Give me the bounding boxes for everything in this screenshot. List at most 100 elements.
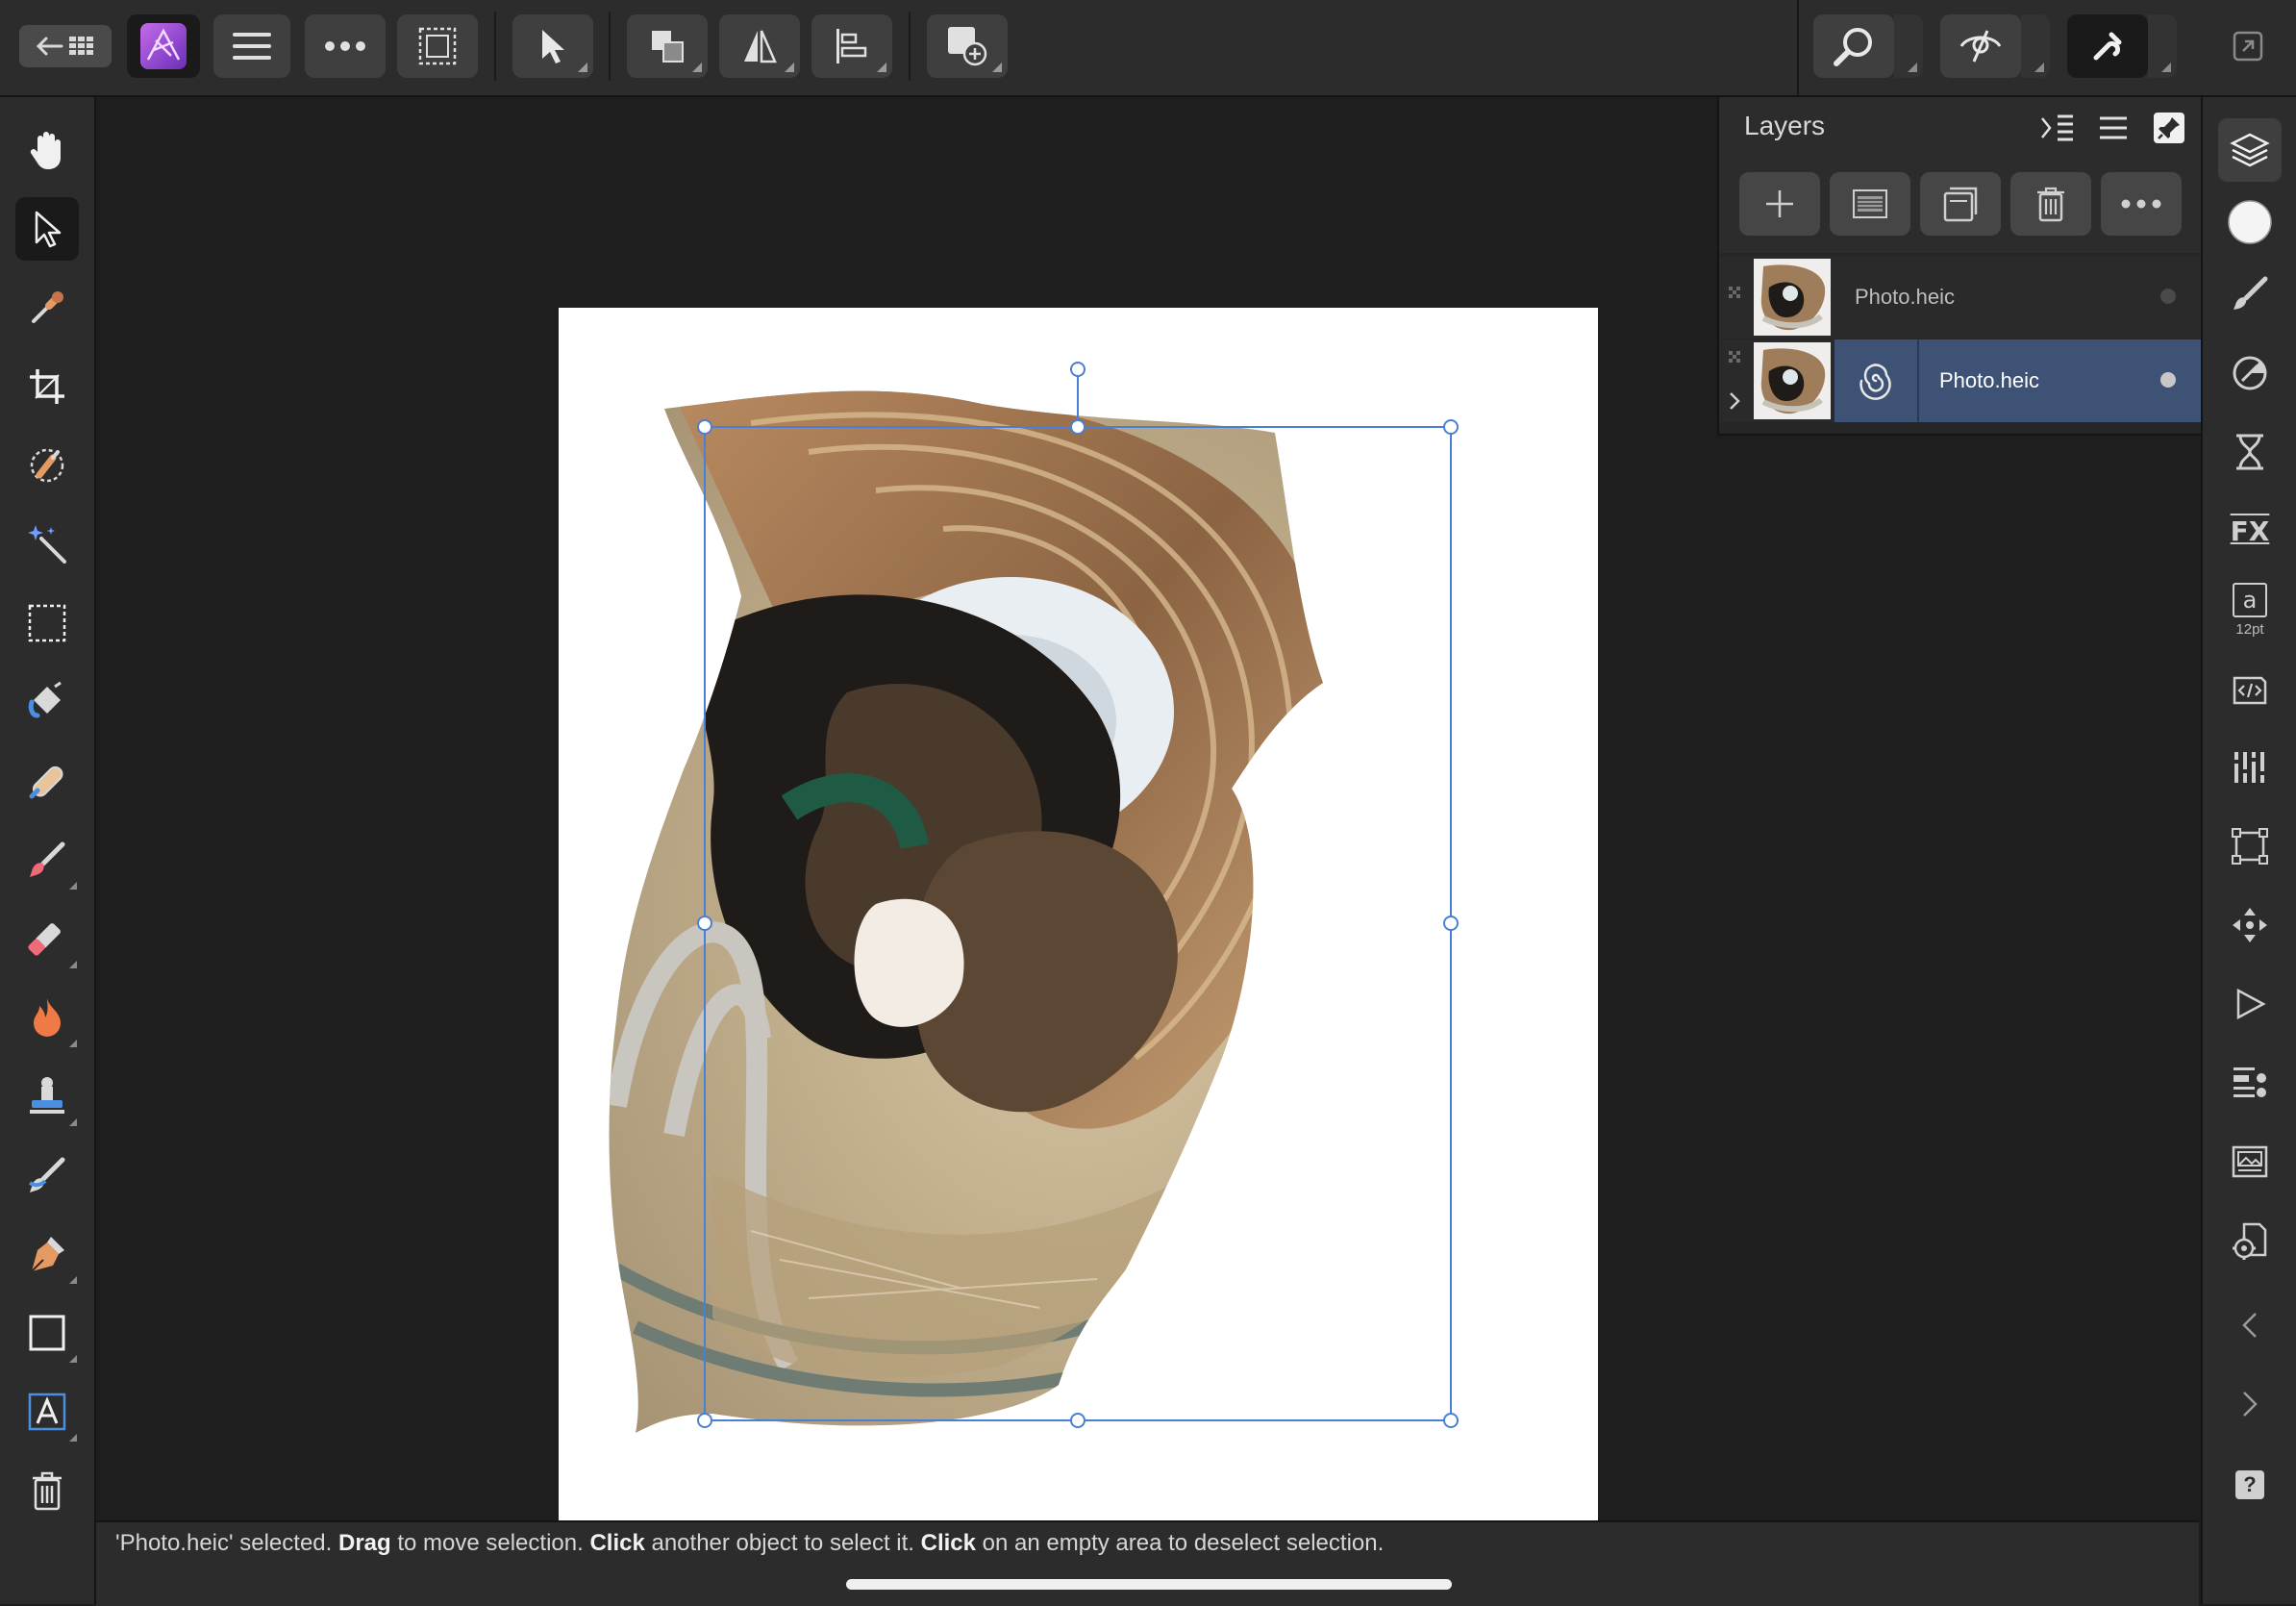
stock-studio-button[interactable] — [2218, 1051, 2282, 1115]
text-tool[interactable] — [15, 1380, 79, 1443]
status-text-bold: Click — [920, 1530, 977, 1556]
pin-panel-button[interactable] — [2150, 109, 2188, 147]
submenu-indicator — [992, 63, 1002, 72]
layers-options-button[interactable] — [2038, 109, 2077, 147]
menu-button[interactable] — [213, 14, 290, 78]
layer-name: Photo.heic — [1855, 285, 1955, 309]
stock-icon — [2234, 1067, 2266, 1097]
add-layer-button[interactable] — [1739, 172, 1820, 236]
layers-header: Layers — [1719, 97, 2201, 157]
submenu-indicator — [69, 1434, 77, 1442]
erase-brush-tool[interactable] — [15, 907, 79, 970]
flood-fill-tool[interactable] — [15, 670, 79, 734]
text-style-icon: a — [2233, 582, 2267, 617]
photo-persona-button[interactable] — [127, 14, 200, 78]
rectangle-tool[interactable] — [15, 1301, 79, 1365]
flip-button[interactable] — [719, 14, 800, 78]
settings-studio-button[interactable] — [2218, 1209, 2282, 1272]
snapping-button[interactable] — [2067, 14, 2148, 78]
crop-tool[interactable] — [15, 355, 79, 418]
magic-wand-tool[interactable] — [15, 513, 79, 576]
prev-icon — [2242, 1313, 2257, 1338]
transform-icon — [2232, 828, 2268, 865]
text-style-studio-button[interactable]: a 12pt — [2218, 578, 2282, 641]
snapping-options-button[interactable] — [2148, 14, 2177, 78]
layers-title: Layers — [1744, 111, 1826, 140]
home-indicator[interactable] — [846, 1579, 1452, 1590]
fx-studio-button[interactable]: FX — [2218, 499, 2282, 563]
more-button[interactable] — [305, 14, 386, 78]
view-quality-button[interactable] — [1940, 14, 2021, 78]
visibility-toggle[interactable] — [2160, 289, 2176, 304]
arrange-icon — [652, 31, 684, 63]
layers-studio-button[interactable] — [2218, 118, 2282, 182]
toolbar-separator — [609, 12, 611, 81]
toolbar-separator — [909, 12, 911, 81]
filter-child-badge[interactable] — [1834, 339, 1919, 422]
layers-menu-button[interactable] — [2094, 109, 2133, 147]
export-studio-button[interactable] — [2218, 1130, 2282, 1193]
submenu-indicator — [69, 961, 77, 968]
studio-bar: FX a 12pt ? — [2201, 97, 2296, 1604]
pen-tool[interactable] — [15, 1222, 79, 1286]
zoom-button[interactable] — [1813, 14, 1894, 78]
layer-list-icon — [2041, 114, 2073, 141]
adjustments-studio-button[interactable] — [2218, 341, 2282, 405]
delete-tool-button[interactable] — [15, 1459, 79, 1522]
more-icon — [2121, 199, 2161, 209]
align-button[interactable] — [811, 14, 892, 78]
next-button[interactable] — [2218, 1372, 2282, 1436]
healing-brush-tool[interactable] — [15, 749, 79, 813]
zoom-icon — [1834, 28, 1872, 66]
photo-persona-icon — [140, 23, 187, 69]
view-options-button[interactable] — [2021, 14, 2050, 78]
view-tool[interactable] — [15, 118, 79, 182]
move-tool[interactable] — [15, 197, 79, 261]
clone-tool[interactable] — [15, 1065, 79, 1128]
submenu-indicator — [692, 63, 702, 72]
back-to-documents-button[interactable] — [19, 25, 112, 67]
status-bar: 'Photo.heic' selected. Drag to move sele… — [96, 1520, 2199, 1606]
arrange-button[interactable] — [627, 14, 708, 78]
twirled-photo[interactable] — [559, 308, 1598, 1545]
navigator-studio-button[interactable] — [2218, 893, 2282, 957]
selection-brush-tool[interactable] — [15, 434, 79, 497]
zoom-options-button[interactable] — [1894, 14, 1923, 78]
delete-layer-button[interactable] — [2010, 172, 2091, 236]
move-tool-button[interactable] — [512, 14, 593, 78]
mask-layer-button[interactable] — [1830, 172, 1910, 236]
layer-row-selected[interactable]: Photo.heic — [1719, 339, 2201, 422]
status-text-part: another object to select it. — [644, 1530, 921, 1556]
status-text-part: 'Photo.heic' selected. — [115, 1530, 338, 1556]
layer-row[interactable]: Photo.heic — [1719, 256, 2201, 339]
fullscreen-button[interactable] — [2221, 14, 2275, 78]
text-size-label: 12pt — [2235, 620, 2264, 638]
layer-more-button[interactable] — [2101, 172, 2182, 236]
paint-brush-tool[interactable] — [15, 828, 79, 891]
selection-button[interactable] — [397, 14, 478, 78]
color-picker-tool[interactable] — [15, 276, 79, 339]
move-icon — [35, 211, 62, 248]
document-canvas[interactable] — [559, 308, 1598, 1545]
selection-icon — [418, 27, 457, 65]
previous-button[interactable] — [2218, 1293, 2282, 1357]
color-picker-icon — [32, 291, 63, 323]
text-source-studio-button[interactable] — [2218, 657, 2282, 720]
layer-grip[interactable] — [1719, 339, 1752, 422]
channels-studio-button[interactable] — [2218, 736, 2282, 799]
marquee-tool[interactable] — [15, 591, 79, 655]
text-style-letter: a — [2242, 586, 2258, 614]
color-studio-button[interactable] — [2218, 190, 2282, 254]
group-layer-button[interactable] — [1920, 172, 2001, 236]
smudge-tool[interactable] — [15, 1143, 79, 1207]
burn-tool[interactable] — [15, 986, 79, 1049]
history-studio-button[interactable] — [2218, 420, 2282, 484]
macro-studio-button[interactable] — [2218, 972, 2282, 1036]
brushes-studio-button[interactable] — [2218, 263, 2282, 326]
insert-button[interactable] — [927, 14, 1008, 78]
transform-studio-button[interactable] — [2218, 815, 2282, 878]
visibility-toggle[interactable] — [2160, 372, 2176, 388]
erase-brush-icon — [28, 923, 61, 956]
layer-grip[interactable] — [1719, 256, 1752, 339]
help-button[interactable]: ? — [2218, 1453, 2282, 1517]
